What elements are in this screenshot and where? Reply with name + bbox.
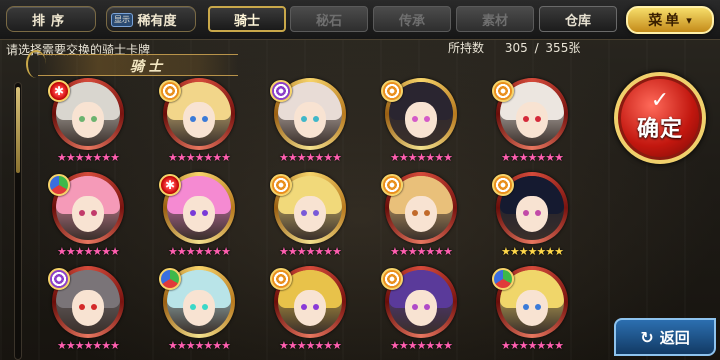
portrait-face [516, 290, 548, 326]
portrait-face [183, 102, 215, 138]
attribute-spiral-icon [270, 268, 292, 290]
portrait-face [294, 290, 326, 326]
knight-card[interactable]: ★★★★★★★ [155, 78, 243, 168]
rarity-stars: ★★★★★★★ [389, 151, 453, 164]
portrait-eye [190, 304, 196, 310]
portrait-eye [190, 210, 196, 216]
attribute-spiral-icon [270, 174, 292, 196]
portrait-eye [313, 116, 319, 122]
knight-card[interactable]: ★★★★★★★ [266, 172, 354, 262]
portrait-face [183, 196, 215, 232]
portrait-face [72, 196, 104, 232]
attribute-purple-icon [48, 268, 70, 290]
knight-card[interactable]: ★★★★★★★ [155, 266, 243, 356]
rarity-stars: ★★★★★★★ [278, 245, 342, 258]
rarity-stars: ★★★★★★★ [167, 339, 231, 352]
back-button[interactable]: ↻ 返回 [614, 318, 716, 356]
portrait-eye [313, 210, 319, 216]
knight-card[interactable]: ★★★★★★★ [377, 266, 465, 356]
rarity-stars: ★★★★★★★ [56, 339, 120, 352]
attribute-spiral-icon [381, 268, 403, 290]
confirm-button[interactable]: ✓ 确定 [614, 72, 706, 164]
portrait-face [405, 102, 437, 138]
attribute-spiral-icon [492, 174, 514, 196]
rarity-stars: ★★★★★★★ [500, 245, 564, 258]
portrait-face [72, 290, 104, 326]
portrait-eye [535, 116, 541, 122]
knight-card[interactable]: ★★★★★★★ [44, 172, 132, 262]
portrait-eye [301, 210, 307, 216]
rarity-stars: ★★★★★★★ [167, 151, 231, 164]
rarity-stars: ★★★★★★★ [500, 151, 564, 164]
portrait-eye [424, 116, 430, 122]
knight-card[interactable]: ★★★★★★★ [488, 266, 576, 356]
knight-card[interactable]: ★★★★★★★ [266, 78, 354, 168]
knight-card[interactable]: ★★★★★★★ [488, 78, 576, 168]
return-arrow-icon: ↻ [640, 327, 654, 347]
rarity-stars: ★★★★★★★ [167, 245, 231, 258]
knight-card[interactable]: ★★★★★★★ [266, 266, 354, 356]
rarity-stars: ★★★★★★★ [389, 339, 453, 352]
attribute-spiral-icon [492, 80, 514, 102]
knight-card[interactable]: ★★★★★★★ [488, 172, 576, 262]
portrait-eye [523, 304, 529, 310]
portrait-eye [523, 116, 529, 122]
portrait-face [294, 102, 326, 138]
knight-card[interactable]: ✱ ★★★★★★★ [155, 172, 243, 262]
portrait-eye [79, 304, 85, 310]
portrait-face [294, 196, 326, 232]
attribute-green-icon [48, 174, 70, 196]
portrait-eye [202, 116, 208, 122]
portrait-eye [202, 304, 208, 310]
rarity-stars: ★★★★★★★ [278, 339, 342, 352]
portrait-eye [190, 116, 196, 122]
rarity-stars: ★★★★★★★ [56, 151, 120, 164]
portrait-eye [91, 116, 97, 122]
rarity-stars: ★★★★★★★ [278, 151, 342, 164]
portrait-eye [523, 210, 529, 216]
attribute-purple-icon [270, 80, 292, 102]
portrait-face [72, 102, 104, 138]
knight-card[interactable]: ★★★★★★★ [44, 266, 132, 356]
card-grid: ✱ ★★★★★★★ ★★★★★★★ ★★★★★★★ ★★★★★★★ ★★★★★★★ ★★★★… [0, 0, 720, 360]
portrait-eye [301, 116, 307, 122]
rarity-stars: ★★★★★★★ [500, 339, 564, 352]
rarity-stars: ★★★★★★★ [389, 245, 453, 258]
game-screen: 排序 显示 稀有度 骑士 秘石 传承 素材 仓库 菜单 ▾ 请选择需要交换的骑士… [0, 0, 720, 360]
portrait-face [183, 290, 215, 326]
knight-card[interactable]: ✱ ★★★★★★★ [44, 78, 132, 168]
portrait-eye [91, 304, 97, 310]
portrait-face [516, 102, 548, 138]
portrait-eye [535, 304, 541, 310]
attribute-green-icon [492, 268, 514, 290]
portrait-eye [412, 210, 418, 216]
portrait-eye [313, 304, 319, 310]
knight-card[interactable]: ★★★★★★★ [377, 78, 465, 168]
back-label: 返回 [659, 328, 690, 347]
check-icon: ✓ [650, 88, 670, 113]
attribute-star-icon: ✱ [159, 174, 181, 196]
portrait-face [405, 196, 437, 232]
portrait-eye [424, 304, 430, 310]
portrait-eye [79, 210, 85, 216]
knight-card[interactable]: ★★★★★★★ [377, 172, 465, 262]
portrait-eye [79, 116, 85, 122]
attribute-spiral-icon [381, 80, 403, 102]
portrait-eye [202, 210, 208, 216]
attribute-spiral-icon [381, 174, 403, 196]
portrait-eye [412, 304, 418, 310]
portrait-face [405, 290, 437, 326]
attribute-green-icon [159, 268, 181, 290]
rarity-stars: ★★★★★★★ [56, 245, 120, 258]
attribute-spiral-icon [159, 80, 181, 102]
portrait-eye [91, 210, 97, 216]
attribute-star-icon: ✱ [48, 80, 70, 102]
portrait-eye [412, 116, 418, 122]
confirm-label: 确定 [636, 117, 683, 142]
portrait-eye [301, 304, 307, 310]
portrait-eye [424, 210, 430, 216]
portrait-eye [535, 210, 541, 216]
portrait-face [516, 196, 548, 232]
